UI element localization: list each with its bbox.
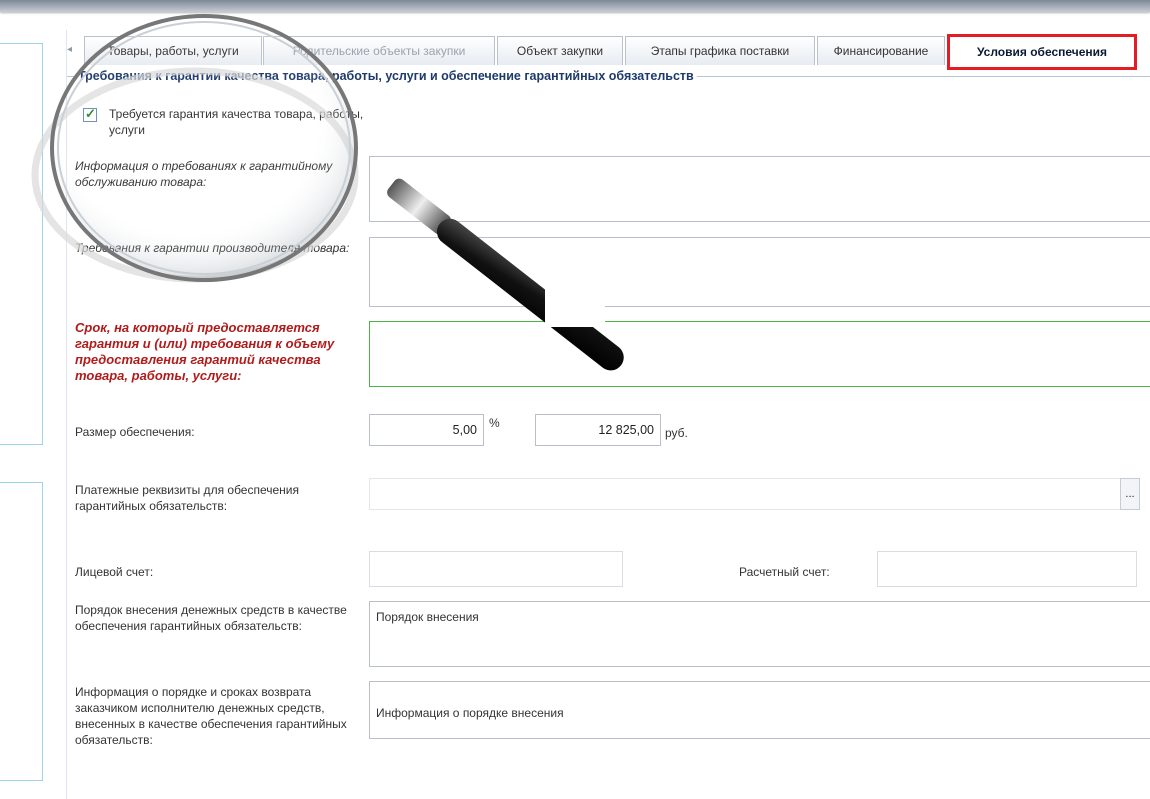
section-title: Требования к гарантии качества товара, р… bbox=[75, 69, 697, 83]
security-amount-input[interactable]: 12 825,00 bbox=[535, 414, 661, 446]
left-panel-upper bbox=[0, 43, 43, 445]
warranty-service-info-label: Информация о требованиях к гарантийному … bbox=[75, 159, 333, 189]
check-icon: ✓ bbox=[85, 106, 96, 121]
manufacturer-guarantee-label: Требования к гарантии производителя това… bbox=[75, 241, 350, 255]
left-panel-lower bbox=[0, 482, 43, 781]
amount-currency-unit: руб. bbox=[665, 426, 688, 440]
percent-unit: % bbox=[489, 416, 500, 430]
form-content: ◂ Товары, работы, услуги Родительские об… bbox=[66, 30, 1150, 799]
guarantee-required-label: Требуется гарантия качества товара, рабо… bbox=[109, 107, 364, 137]
tab-scroll-left-icon[interactable]: ◂ bbox=[67, 44, 72, 55]
deposit-order-label: Порядок внесения денежных средств в каче… bbox=[75, 603, 347, 633]
guarantee-term-field[interactable] bbox=[369, 321, 1150, 387]
return-info-field[interactable]: Информация о порядке внесения bbox=[369, 681, 1150, 739]
tab-goods-works-services[interactable]: Товары, работы, услуги bbox=[84, 36, 262, 65]
personal-account-field[interactable] bbox=[369, 551, 623, 587]
tab-delivery-schedule[interactable]: Этапы графика поставки bbox=[625, 36, 815, 65]
tab-security-conditions[interactable]: Условия обеспечения bbox=[947, 34, 1137, 70]
deposit-order-field[interactable]: Порядок внесения bbox=[369, 601, 1150, 667]
tab-strip: ◂ Товары, работы, услуги Родительские об… bbox=[67, 34, 1150, 70]
payment-details-field[interactable] bbox=[369, 478, 1129, 510]
guarantee-required-checkbox[interactable]: ✓ bbox=[83, 106, 97, 122]
tab-procurement-object[interactable]: Объект закупки bbox=[497, 36, 623, 65]
security-percent-input[interactable]: 5,00 bbox=[369, 414, 484, 446]
tab-financing[interactable]: Финансирование bbox=[817, 36, 945, 65]
security-size-label: Размер обеспечения: bbox=[75, 425, 195, 439]
payment-details-select-button[interactable]: ... bbox=[1120, 478, 1140, 510]
tab-parent-procurement-objects[interactable]: Родительские объекты закупки bbox=[263, 36, 495, 65]
warranty-service-info-field[interactable] bbox=[369, 156, 1150, 222]
manufacturer-guarantee-field[interactable] bbox=[369, 237, 1150, 307]
return-info-label: Информация о порядке и сроках возврата з… bbox=[75, 685, 347, 747]
settlement-account-field[interactable] bbox=[877, 551, 1137, 587]
guarantee-term-label: Срок, на который предоставляется гаранти… bbox=[75, 320, 335, 383]
settlement-account-label: Расчетный счет: bbox=[739, 565, 830, 579]
payment-details-label: Платежные реквизиты для обеспечения гара… bbox=[75, 483, 300, 513]
window-top-bar bbox=[0, 0, 1150, 12]
personal-account-label: Лицевой счет: bbox=[75, 565, 154, 579]
